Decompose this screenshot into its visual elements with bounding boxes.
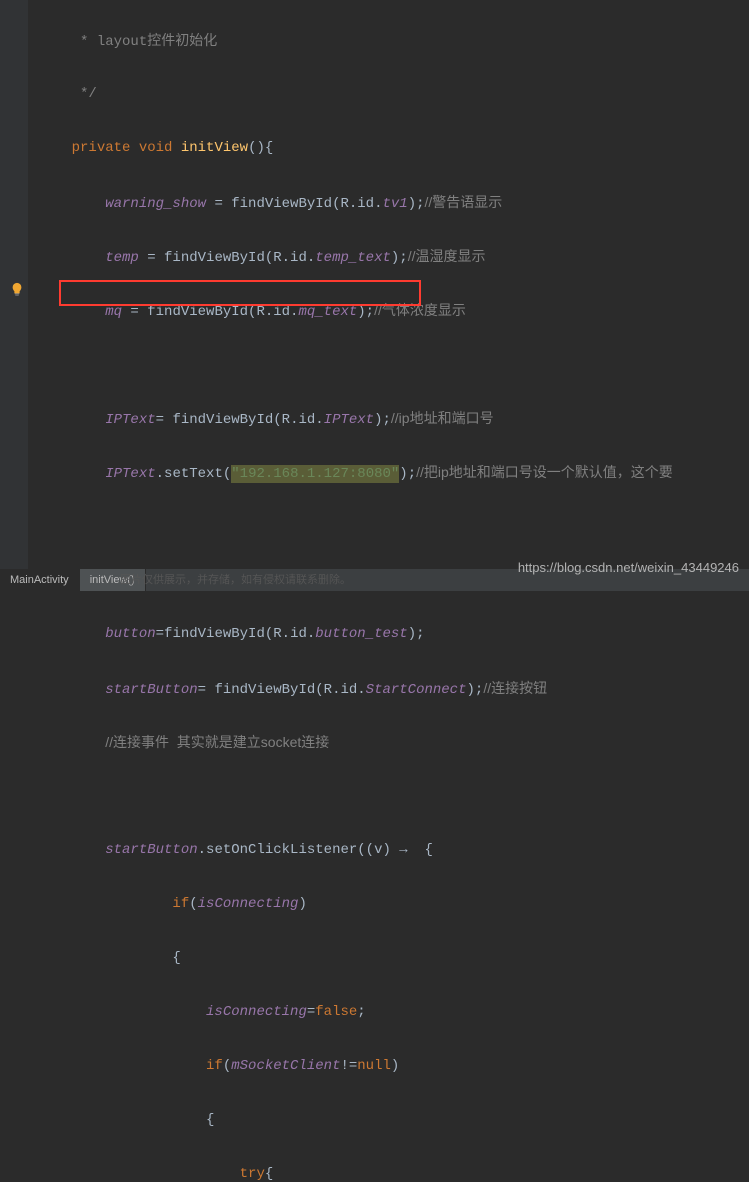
code-line: temp = findViewById(R.id.temp_text);//温湿…	[38, 243, 749, 270]
code-line: warning_show = findViewById(R.id.tv1);//…	[38, 189, 749, 216]
code-area[interactable]: * layout控件初始化 */ private void initView()…	[28, 0, 749, 569]
breadcrumb-item-class[interactable]: MainActivity	[0, 569, 80, 591]
code-line: isConnecting=false;	[38, 999, 749, 1026]
code-line: startButton= findViewById(R.id.StartConn…	[38, 675, 749, 702]
code-line: if(mSocketClient!=null)	[38, 1053, 749, 1080]
code-line: //连接事件 其实就是建立socket连接	[38, 729, 749, 756]
watermark-text-cn: 图片仅供展示，并存储，如有侵权请联系删除。	[120, 571, 351, 587]
code-line: if(isConnecting)	[38, 891, 749, 918]
code-line: {	[38, 945, 749, 972]
code-line: */	[38, 81, 749, 108]
code-line: mq = findViewById(R.id.mq_text);//气体浓度显示	[38, 297, 749, 324]
code-editor[interactable]: * layout控件初始化 */ private void initView()…	[0, 0, 749, 569]
watermark-text: https://blog.csdn.net/weixin_43449246	[518, 560, 739, 575]
code-line	[38, 783, 749, 810]
code-line: IPText.setText("192.168.1.127:8080");//把…	[38, 459, 749, 486]
code-line: button=findViewById(R.id.button_test);	[38, 621, 749, 648]
intention-bulb-icon[interactable]	[10, 282, 24, 296]
code-line: startButton.setOnClickListener((v) → {	[38, 837, 749, 864]
code-line	[38, 351, 749, 378]
code-line: private void initView(){	[38, 135, 749, 162]
code-line: * layout控件初始化	[38, 27, 749, 54]
code-line: try{	[38, 1161, 749, 1182]
code-line: IPText= findViewById(R.id.IPText);//ip地址…	[38, 405, 749, 432]
code-line: {	[38, 1107, 749, 1134]
code-line	[38, 513, 749, 540]
